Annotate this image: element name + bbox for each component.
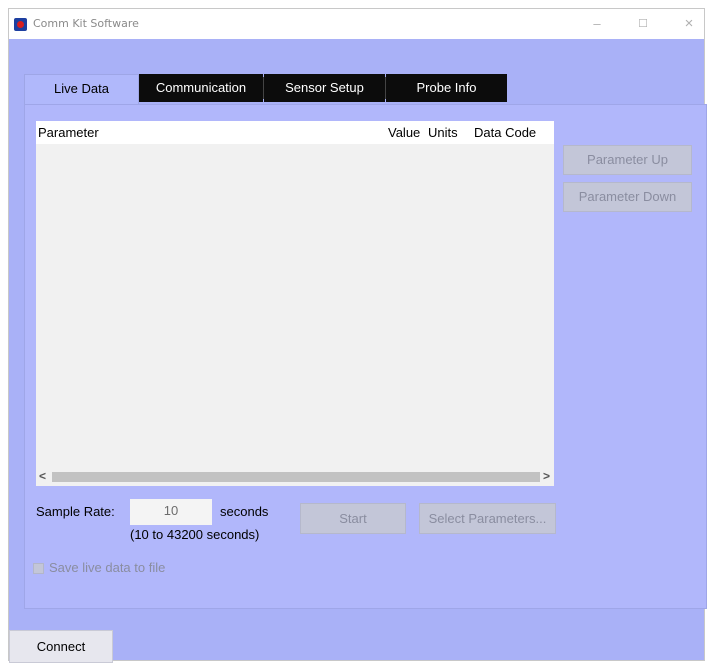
- scroll-left-icon[interactable]: <: [39, 469, 46, 483]
- app-icon: [14, 18, 27, 31]
- scroll-right-icon[interactable]: >: [543, 469, 550, 483]
- column-header-parameter[interactable]: Parameter: [38, 125, 99, 140]
- tab-communication[interactable]: Communication: [139, 74, 263, 102]
- tab-sensor-setup[interactable]: Sensor Setup: [264, 74, 385, 102]
- title-bar: Comm Kit Software – ☐ ×: [9, 9, 704, 39]
- column-header-data-code[interactable]: Data Code: [474, 125, 536, 140]
- parameter-table: Parameter Value Units Data Code < >: [36, 121, 554, 486]
- window-title: Comm Kit Software: [33, 17, 139, 30]
- connect-button[interactable]: Connect: [9, 630, 113, 663]
- start-button[interactable]: Start: [300, 503, 406, 534]
- save-live-data-checkbox[interactable]: [33, 563, 44, 574]
- save-live-data-label: Save live data to file: [49, 560, 166, 575]
- scrollbar-thumb[interactable]: [52, 472, 540, 482]
- maximize-icon[interactable]: ☐: [632, 14, 654, 34]
- sample-rate-units: seconds: [220, 504, 269, 519]
- close-icon[interactable]: ×: [678, 14, 700, 34]
- sample-rate-range: (10 to 43200 seconds): [130, 527, 260, 542]
- parameter-down-button[interactable]: Parameter Down: [563, 182, 692, 212]
- parameter-up-button[interactable]: Parameter Up: [563, 145, 692, 175]
- select-parameters-button[interactable]: Select Parameters...: [419, 503, 556, 534]
- horizontal-scrollbar[interactable]: < >: [36, 468, 554, 486]
- sample-rate-label: Sample Rate:: [36, 504, 115, 519]
- table-header: Parameter Value Units Data Code: [36, 121, 554, 144]
- tab-probe-info[interactable]: Probe Info: [386, 74, 507, 102]
- column-header-units[interactable]: Units: [428, 125, 458, 140]
- sample-rate-input[interactable]: 10: [130, 499, 212, 525]
- column-header-value[interactable]: Value: [388, 125, 420, 140]
- tab-live-data[interactable]: Live Data: [24, 74, 139, 105]
- minimize-icon[interactable]: –: [586, 14, 608, 34]
